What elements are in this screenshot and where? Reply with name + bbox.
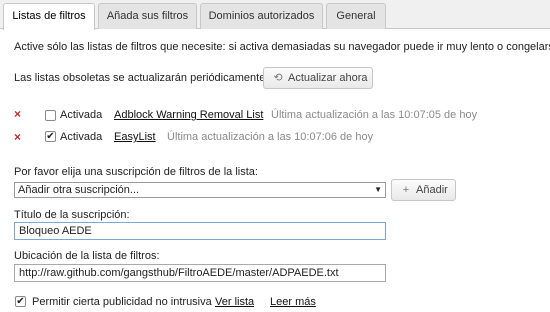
tab-custom-filters[interactable]: Añada sus filtros (98, 3, 197, 29)
list-2-checkbox[interactable]: ✔ (45, 131, 56, 142)
plus-icon: + (402, 184, 410, 196)
title-label: Título de la suscripción: (14, 209, 130, 221)
subscription-select-value: Añadir otra suscripción... (18, 184, 140, 196)
tab-bar: Listas de filtros Añada sus filtros Domi… (0, 0, 550, 30)
list-1-enabled-label: Activada (60, 109, 103, 121)
list-2-enabled-label: Activada (60, 131, 103, 143)
list-1-checkbox[interactable] (45, 110, 56, 121)
title-input[interactable]: Bloqueo AEDE (14, 222, 386, 240)
list-2-last-update: Última actualización a las 10:07:06 de h… (167, 131, 374, 143)
tab-general[interactable]: General (326, 3, 386, 29)
update-now-label: Actualizar ahora (288, 72, 368, 84)
intro-text: Active sólo las listas de filtros que ne… (14, 41, 550, 53)
subscription-select[interactable]: Añadir otra suscripción... ▼ (14, 182, 386, 198)
list-1-last-update: Última actualización a las 10:07:05 de h… (271, 109, 478, 121)
refresh-icon: ⟲ (273, 72, 283, 84)
chevron-down-icon: ▼ (374, 185, 382, 194)
location-input[interactable]: http://raw.github.com/gangsthub/FiltroAE… (14, 264, 386, 282)
location-label: Ubicación de la lista de filtros: (14, 250, 160, 262)
remove-list-1-icon[interactable]: × (14, 107, 21, 121)
obsolete-text: Las listas obsoletas se actualizarán per… (14, 72, 269, 84)
acceptable-ads-label: Permitir cierta publicidad no intrusiva (32, 296, 212, 308)
tab-whitelisted-domains[interactable]: Dominios autorizados (200, 3, 323, 29)
view-list-link[interactable]: Ver lista (215, 296, 254, 308)
read-more-link[interactable]: Leer más (270, 296, 316, 308)
list-1-name-link[interactable]: Adblock Warning Removal List (114, 109, 263, 121)
acceptable-ads-checkbox[interactable]: ✔ (15, 296, 26, 307)
remove-list-2-icon[interactable]: × (14, 130, 21, 144)
add-subscription-button[interactable]: + Añadir (391, 179, 456, 201)
add-subscription-label: Añadir (416, 184, 448, 196)
list-2-name-link[interactable]: EasyList (114, 131, 156, 143)
subscription-label: Por favor elija una suscripción de filtr… (14, 166, 258, 178)
update-now-button[interactable]: ⟲ Actualizar ahora (263, 67, 373, 89)
tab-filter-lists[interactable]: Listas de filtros (3, 3, 95, 30)
